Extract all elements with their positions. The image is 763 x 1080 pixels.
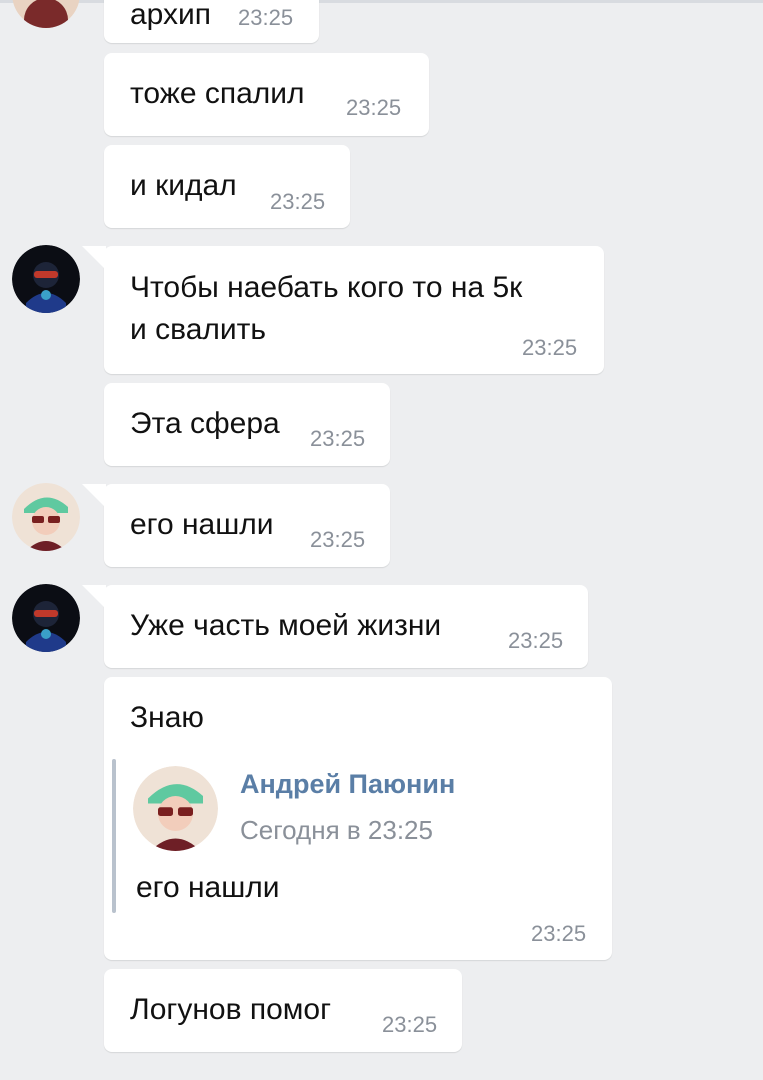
- message-bubble[interactable]: Уже часть моей жизни 23:25: [82, 585, 588, 668]
- message-time: 23:25: [346, 95, 402, 120]
- message-bubble[interactable]: Логунов помог 23:25: [104, 969, 462, 1052]
- message-time: 23:25: [270, 189, 326, 214]
- message-text-line: Чтобы наебать кого то на 5к: [130, 271, 523, 304]
- message-bubble[interactable]: тоже спалил 23:25: [104, 53, 429, 136]
- message-bubble[interactable]: Эта сфера 23:25: [104, 383, 390, 466]
- avatar-light[interactable]: [12, 483, 80, 551]
- message-bubble[interactable]: его нашли 23:25: [82, 484, 390, 567]
- message-time: 23:25: [310, 426, 366, 451]
- message-text: Логунов помог: [130, 993, 332, 1026]
- message-bubble[interactable]: и кидал 23:25: [104, 145, 350, 228]
- forward-text: его нашли: [136, 871, 280, 904]
- avatar-dark[interactable]: [12, 584, 80, 652]
- message-text: архип: [130, 0, 212, 31]
- forward-date: Сегодня в 23:25: [240, 815, 433, 845]
- avatar-light[interactable]: [12, 0, 80, 28]
- forward-author-avatar[interactable]: [133, 766, 218, 851]
- message-bubble-with-forward[interactable]: Знаю Андрей Паюнин Сегодня в 23:25 его н…: [104, 677, 612, 960]
- message-text-line: и свалить: [130, 313, 267, 346]
- message-time: 23:25: [508, 628, 564, 653]
- message-time: 23:25: [531, 921, 587, 946]
- avatar-dark[interactable]: [12, 245, 80, 313]
- message-text: и кидал: [130, 169, 237, 202]
- forward-quote-bar: [112, 759, 116, 913]
- message-text: Знаю: [130, 701, 204, 734]
- forward-author-name[interactable]: Андрей Паюнин: [240, 769, 455, 800]
- message-text: тоже спалил: [130, 77, 305, 110]
- message-bubble[interactable]: Чтобы наебать кого то на 5к и свалить 23…: [82, 246, 604, 374]
- message-time: 23:25: [522, 335, 578, 360]
- message-text: Уже часть моей жизни: [130, 609, 442, 642]
- message-bubble[interactable]: архип 23:25: [104, 0, 319, 43]
- message-time: 23:25: [382, 1012, 438, 1037]
- message-text: его нашли: [130, 508, 274, 541]
- message-text: Эта сфера: [130, 407, 280, 440]
- message-time: 23:25: [310, 527, 366, 552]
- message-time: 23:25: [238, 5, 294, 30]
